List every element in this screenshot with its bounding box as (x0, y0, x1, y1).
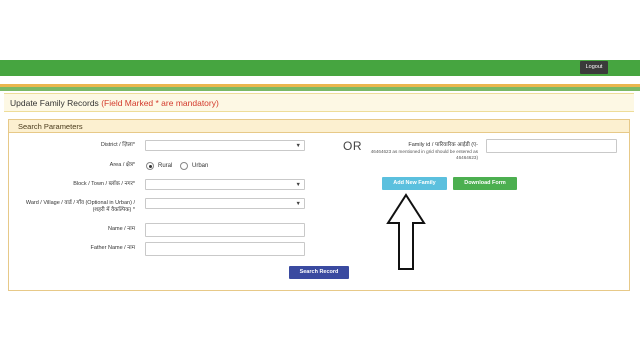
family-id-label: Family id / पारिवारिक आईडी (ए- 46464623 … (352, 141, 478, 161)
search-record-button[interactable]: Search Record (289, 266, 349, 279)
father-name-label: Father Name / नाम (90, 245, 135, 251)
family-id-label-text: Family id / पारिवारिक आईडी (ए- (408, 142, 478, 148)
block-select[interactable]: ▼ (145, 179, 305, 190)
block-label: Block / Town / ब्लॉक / नगर* (73, 181, 135, 187)
area-label: Area / क्षेत्र* (109, 162, 135, 168)
up-arrow-icon (386, 193, 426, 271)
ward-select[interactable]: ▼ (145, 198, 305, 209)
family-id-note: 46464623 as mentioned in grid should be … (370, 149, 478, 160)
name-label: Name / नाम (107, 226, 135, 232)
name-input[interactable] (145, 223, 305, 237)
mandatory-note: (Field Marked * are mandatory) (101, 98, 219, 108)
top-nav-bar (0, 60, 640, 76)
page-title: Update Family Records (Field Marked * ar… (10, 98, 219, 108)
ward-label: Ward / Village / वार्ड / गाँव (Optional … (25, 200, 135, 213)
add-new-family-button[interactable]: Add New Family (382, 177, 447, 190)
district-label: District / ज़िला* (100, 142, 135, 148)
chevron-down-icon: ▼ (295, 182, 301, 188)
family-id-input[interactable] (486, 139, 617, 153)
header-stripe-green (0, 87, 640, 91)
area-urban-radio[interactable] (180, 162, 188, 170)
area-rural-label: Rural (158, 163, 173, 169)
search-panel-header (9, 120, 629, 133)
chevron-down-icon: ▼ (295, 201, 301, 207)
district-select[interactable]: ▼ (145, 140, 305, 151)
chevron-down-icon: ▼ (295, 143, 301, 149)
download-form-button[interactable]: Download Form (453, 177, 517, 190)
area-rural-radio[interactable] (146, 162, 154, 170)
area-urban-label: Urban (192, 163, 209, 169)
logout-button[interactable]: Logout (580, 61, 608, 74)
search-panel-title: Search Parameters (18, 122, 83, 131)
father-name-input[interactable] (145, 242, 305, 256)
page-title-text: Update Family Records (10, 98, 99, 108)
